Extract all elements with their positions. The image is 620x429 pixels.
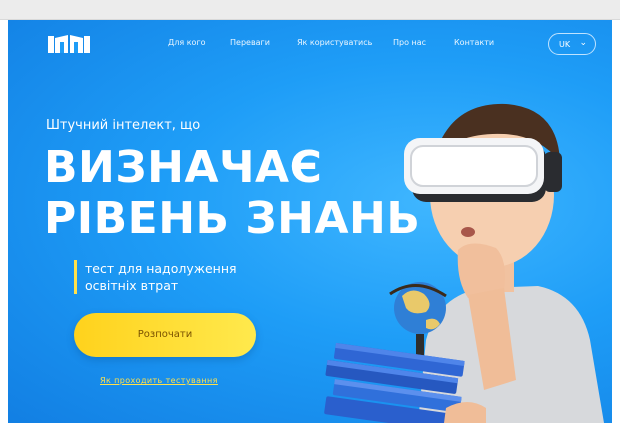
hero-section: Для кого Переваги Як користуватись Про н… [8, 20, 612, 423]
language-select[interactable]: UK ⌄ [548, 33, 596, 55]
nav-link-about[interactable]: Про нас [393, 38, 426, 47]
nav-link-how-to-use[interactable]: Як користуватись [297, 38, 372, 47]
hero-headline-line1: ВИЗНАЧАЄ [44, 142, 323, 193]
tagline-line1: тест для надолуження [85, 261, 237, 276]
browser-top-strip [0, 0, 620, 20]
hero-tagline: тест для надолуження освітніх втрат [74, 260, 237, 294]
hero-subtitle: Штучний інтелект, що [46, 118, 201, 133]
start-button[interactable]: Розпочати [74, 313, 256, 357]
top-navigation: Для кого Переваги Як користуватись Про н… [8, 20, 612, 68]
nav-link-advantages[interactable]: Переваги [230, 38, 270, 47]
boy-vr-headset-globe-books [324, 103, 604, 423]
how-testing-works-link[interactable]: Як проходить тестування [100, 376, 218, 385]
book-logo-icon[interactable] [48, 33, 90, 55]
chevron-down-icon: ⌄ [579, 38, 587, 48]
language-value: UK [559, 40, 571, 49]
nav-link-for-whom[interactable]: Для кого [168, 38, 206, 47]
tagline-line2: освітніх втрат [85, 278, 179, 293]
nav-link-contacts[interactable]: Контакти [454, 38, 494, 47]
